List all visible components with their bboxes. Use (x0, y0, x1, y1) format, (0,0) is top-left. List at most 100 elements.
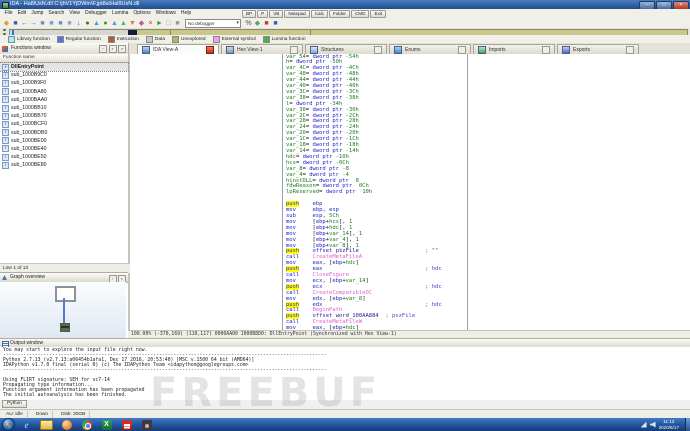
menu-item[interactable]: File (2, 9, 15, 18)
navigator-icon[interactable]: ▲ (92, 19, 101, 28)
back-icon[interactable]: ← (20, 19, 29, 28)
function-row[interactable]: f sub_1000BAA0 (0, 96, 128, 104)
menu-item[interactable]: Debugger (83, 9, 110, 18)
breakpoint-icon[interactable]: ■ (262, 19, 271, 28)
tab-close-icon[interactable] (290, 46, 298, 54)
graph-overview-title: Graph overview (10, 273, 45, 282)
produce-diff-icon[interactable]: ▲ (119, 19, 128, 28)
quick-button[interactable]: Notepad (284, 10, 309, 18)
percent-icon[interactable]: % (244, 19, 253, 28)
function-name-column-header[interactable]: Function name (0, 54, 128, 63)
jump-name-icon[interactable]: ■ (47, 19, 56, 28)
tab-icon (310, 46, 318, 54)
function-row[interactable]: f sub_1000BE80 (0, 161, 128, 169)
panel-restore-icon[interactable]: ▫ (99, 45, 107, 53)
taskbar-clock[interactable]: 11:13 2020/6/17 (659, 419, 679, 429)
ida-view-canvas[interactable]: var_54= dword ptr -54hh= dword ptr -50hv… (130, 54, 690, 330)
network-icon[interactable] (641, 422, 647, 428)
jump-function-icon[interactable]: ■ (56, 19, 65, 28)
stop-process-icon[interactable]: ■ (173, 19, 182, 28)
function-row[interactable]: f sub_1000B9C0 (0, 71, 128, 79)
quick-button[interactable]: P (257, 10, 268, 18)
tab-close-icon[interactable] (542, 46, 550, 54)
function-name: sub_1000BE00 (11, 138, 46, 144)
function-row[interactable]: f sub_1000B9F0 (0, 79, 128, 87)
search-icon[interactable]: ● (83, 19, 92, 28)
function-row[interactable]: f sub_1000BE50 (0, 153, 128, 161)
produce-file-icon[interactable]: ▲ (110, 19, 119, 28)
legend-swatch (146, 36, 153, 43)
menu-item[interactable]: Options (131, 9, 153, 18)
ie-icon[interactable] (18, 419, 35, 430)
volume-icon[interactable] (650, 422, 656, 428)
quick-button[interactable]: Calc (311, 10, 328, 18)
panel-pin-icon[interactable]: ▪ (109, 45, 117, 53)
tab-close-icon[interactable] (374, 46, 382, 54)
panel-close-icon[interactable]: × (118, 45, 126, 53)
save-icon[interactable]: ■ (11, 19, 20, 28)
function-icon: f (2, 129, 9, 136)
patch-program-icon[interactable]: ▼ (128, 19, 137, 28)
navigation-band[interactable]: ◂▸◂▸ (0, 28, 690, 35)
function-icon: f (2, 105, 9, 112)
graph-overview-canvas[interactable] (0, 282, 126, 338)
python-cli-button[interactable]: Python (2, 400, 27, 408)
menu-item[interactable]: Windows (153, 9, 178, 18)
watch-icon[interactable]: ■ (271, 19, 280, 28)
start-button[interactable] (2, 419, 15, 431)
tab-label: Exports (573, 47, 590, 53)
menu-item[interactable]: Search (46, 9, 67, 18)
quick-button[interactable]: Exit (370, 10, 386, 18)
function-row[interactable]: f DllEntryPoint (0, 63, 128, 71)
function-row[interactable]: f sub_1000BB10 (0, 104, 128, 112)
function-name: sub_1000BAA0 (11, 97, 47, 103)
tab-close-icon[interactable] (626, 46, 634, 54)
chrome-icon[interactable] (78, 419, 95, 430)
menu-item[interactable]: Help (178, 9, 193, 18)
lumina-icon[interactable]: ● (101, 19, 110, 28)
show-desktop-button[interactable] (685, 418, 690, 431)
menu-item[interactable]: Lumina (109, 9, 130, 18)
idc-script-icon[interactable]: ◆ (253, 19, 262, 28)
graph-viewport-rect[interactable] (55, 286, 76, 302)
legend-label: Regular function (66, 37, 101, 42)
tab-close-icon[interactable] (458, 46, 466, 54)
menu-item[interactable]: View (67, 9, 83, 18)
output-log[interactable]: You may start to explore the input file … (0, 347, 690, 400)
functions-window-header[interactable]: Functions window ▫ ▪ × (0, 43, 129, 54)
start-process-icon[interactable]: ► (155, 19, 164, 28)
function-row[interactable]: f sub_1000BE00 (0, 137, 128, 145)
pause-process-icon[interactable]: □ (164, 19, 173, 28)
function-row[interactable]: f sub_1000BDB0 (0, 129, 128, 137)
folder-icon[interactable] (38, 419, 55, 430)
quick-button[interactable]: VB (269, 10, 283, 18)
cancel-icon[interactable]: × (146, 19, 155, 28)
legend-swatch (57, 36, 64, 43)
jump-address-icon[interactable]: ■ (38, 19, 47, 28)
excel-icon[interactable] (98, 419, 115, 430)
red-app-icon[interactable] (118, 419, 135, 430)
status-segment: Disk: 30GB (57, 411, 90, 418)
media-player-icon[interactable] (58, 419, 75, 430)
legend-item: Regular function (57, 36, 101, 43)
quick-button[interactable]: Folder (329, 10, 350, 18)
jump-segment-icon[interactable]: ■ (65, 19, 74, 28)
legend-item: Data (146, 36, 165, 43)
legend-label: Data (155, 37, 165, 42)
menu-item[interactable]: Jump (29, 9, 46, 18)
jump-down-icon[interactable]: ↓ (74, 19, 83, 28)
function-row[interactable]: f sub_1000BCF0 (0, 120, 128, 128)
photo-app-icon[interactable] (138, 419, 155, 430)
function-row[interactable]: f sub_1000BA80 (0, 88, 128, 96)
functions-window-icon (2, 46, 8, 52)
quick-button[interactable]: CMD (351, 10, 369, 18)
snapshot-icon[interactable]: ◆ (137, 19, 146, 28)
navband-arrows[interactable]: ◂▸◂▸ (0, 28, 9, 35)
tab-close-icon[interactable] (206, 46, 214, 54)
function-row[interactable]: f sub_1000BE40 (0, 145, 128, 153)
forward-icon[interactable]: → (29, 19, 38, 28)
debugger-select[interactable]: No debugger (185, 19, 241, 28)
menu-item[interactable]: Edit (15, 9, 29, 18)
function-row[interactable]: f sub_1000BB70 (0, 112, 128, 120)
quick-button[interactable]: BP (242, 10, 256, 18)
